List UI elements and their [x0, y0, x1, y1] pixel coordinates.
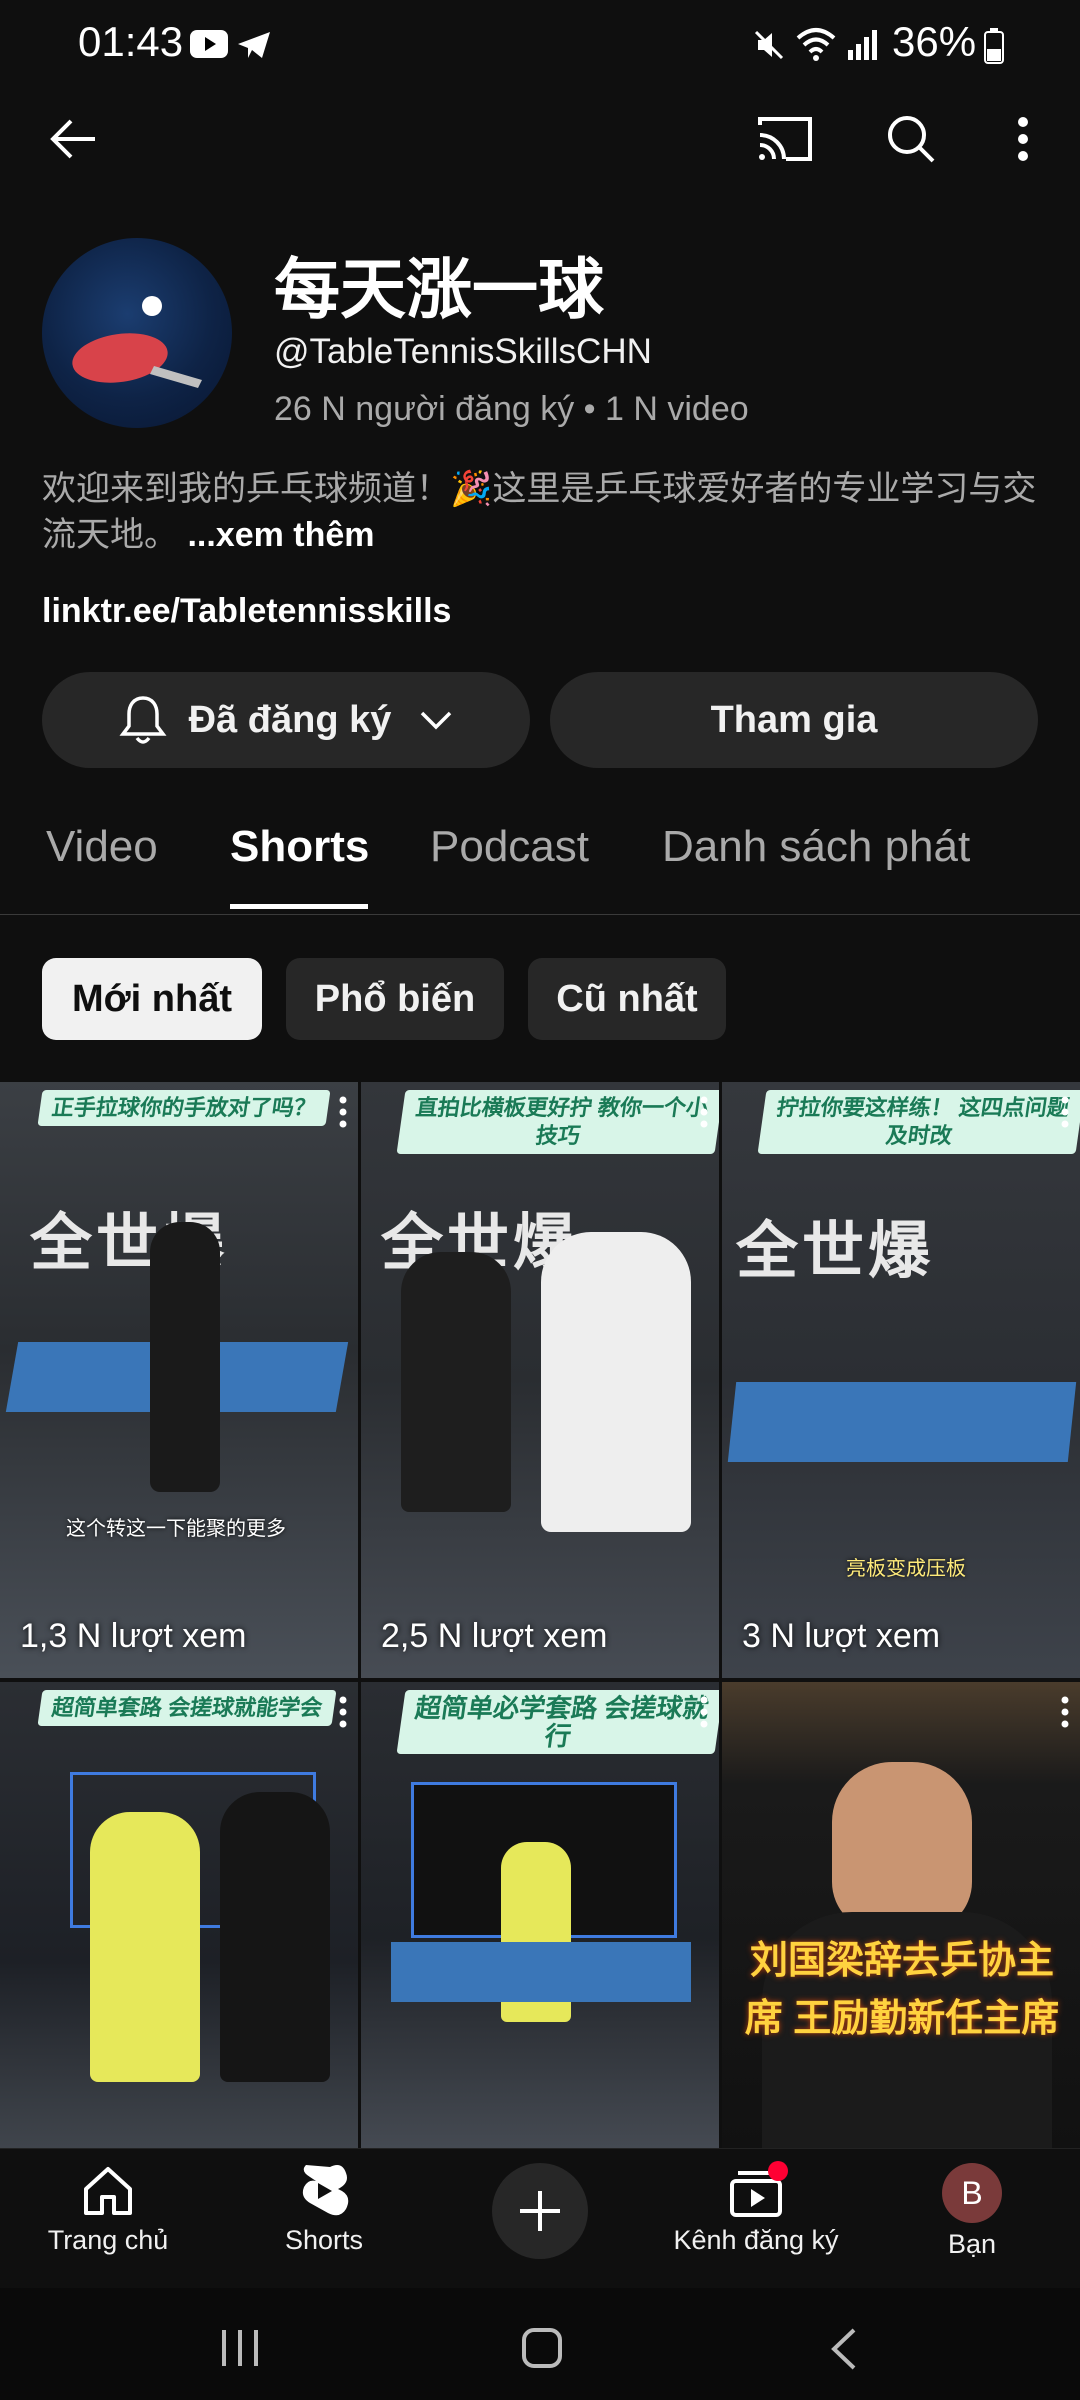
active-tab-indicator	[230, 904, 368, 909]
battery-icon	[984, 28, 1004, 64]
back-gesture-icon[interactable]	[828, 2326, 858, 2372]
tab-shorts[interactable]: Shorts	[230, 822, 369, 872]
short-thumbnail[interactable]: 正手拉球你的手放对了吗？ 全世爆 这个转这一下能聚的更多 1,3 N lượt …	[0, 1082, 358, 1678]
thumbnail-banner: 超简单套路 会搓球就能学会	[37, 1690, 337, 1726]
telegram-notification-icon	[238, 32, 270, 58]
status-time: 01:43	[78, 18, 184, 65]
home-circle-icon[interactable]	[520, 2326, 564, 2370]
nav-you-label: Bạn	[947, 2229, 997, 2259]
cast-icon	[758, 117, 812, 161]
channel-name: 每天涨一球	[274, 252, 604, 326]
thumbnail-banner: 直拍比横板更好拧 教你一个小技巧	[396, 1090, 719, 1154]
kebab-vertical-icon[interactable]	[1060, 1096, 1070, 1128]
show-more-link[interactable]: ...xem thêm	[187, 516, 374, 554]
view-count: 2,5 N lượt xem	[381, 1617, 608, 1655]
plus-icon	[520, 2191, 560, 2231]
kebab-vertical-icon[interactable]	[699, 1096, 709, 1128]
chip-oldest[interactable]: Cũ nhất	[528, 958, 726, 1040]
chip-newest[interactable]: Mới nhất	[42, 958, 262, 1040]
subscribed-button[interactable]: Đã đăng ký	[42, 672, 530, 768]
battery-percent: 36%	[892, 18, 977, 65]
nav-shorts[interactable]: Shorts	[216, 2163, 432, 2256]
home-icon	[84, 2167, 132, 2215]
thumbnail-logo-text: 全世爆	[736, 1217, 935, 1286]
ping-pong-table	[727, 1382, 1077, 1462]
search-icon	[888, 116, 935, 163]
thumbnail-banner: 正手拉球你的手放对了吗？	[37, 1090, 331, 1126]
join-label: Tham gia	[710, 698, 878, 741]
youtube-notification-icon	[190, 30, 228, 58]
kebab-vertical-icon[interactable]	[699, 1696, 709, 1728]
kebab-vertical-icon	[1018, 117, 1028, 161]
short-thumbnail[interactable]: 直拍比横板更好拧 教你一个小技巧 全世爆 2,5 N lượt xem	[361, 1082, 719, 1678]
create-button[interactable]	[492, 2163, 588, 2259]
search-button[interactable]	[866, 94, 956, 184]
nav-home[interactable]: Trang chủ	[0, 2163, 216, 2256]
signal-icon	[848, 30, 877, 60]
view-count: 3 N lượt xem	[742, 1617, 941, 1655]
tab-video[interactable]: Video	[46, 822, 158, 872]
chip-popular[interactable]: Phổ biến	[286, 958, 504, 1040]
view-count: 1,3 N lượt xem	[20, 1617, 247, 1655]
thumbnail-banner: 超简单必学套路 会搓球就行	[396, 1690, 719, 1754]
join-button[interactable]: Tham gia	[550, 672, 1038, 768]
thumbnail-caption: 这个转这一下能聚的更多	[66, 1518, 286, 1540]
player-figure	[541, 1232, 691, 1532]
avatar: B	[942, 2163, 1002, 2223]
recent-apps-icon[interactable]	[218, 2328, 262, 2368]
player-figure	[220, 1792, 330, 2082]
notification-dot	[768, 2161, 788, 2181]
person-face	[832, 1762, 972, 1932]
system-navigation-bar	[0, 2288, 1080, 2400]
channel-handle: @TableTennisSkillsCHN	[274, 332, 652, 371]
nav-shorts-label: Shorts	[284, 2225, 364, 2255]
player-figure	[150, 1222, 220, 1492]
channel-link[interactable]: linktr.ee/Tabletennisskills	[42, 592, 451, 631]
short-thumbnail[interactable]: 拧拉你要这样练！ 这四点问题及时改 全世爆 亮板变成压板 3 N lượt xe…	[722, 1082, 1080, 1678]
short-thumbnail[interactable]: 超简单必学套路 会搓球就行	[361, 1682, 719, 2148]
short-thumbnail[interactable]: 超简单套路 会搓球就能学会	[0, 1682, 358, 2148]
kebab-vertical-icon[interactable]	[1060, 1696, 1070, 1728]
nav-home-label: Trang chủ	[47, 2225, 169, 2255]
bell-icon	[119, 696, 167, 744]
thumbnail-caption: 亮板变成压板	[846, 1558, 966, 1580]
subscribed-label: Đã đăng ký	[188, 698, 392, 741]
short-thumbnail[interactable]: 刘国梁辞去乒协主席 王励勤新任主席	[722, 1682, 1080, 2148]
cast-button[interactable]	[740, 94, 830, 184]
kebab-vertical-icon[interactable]	[338, 1096, 348, 1128]
bottom-navigation: Trang chủ Shorts Kênh đăng ký B Bạn	[0, 2148, 1080, 2289]
shorts-icon	[302, 2165, 349, 2216]
player-figure	[90, 1812, 200, 2082]
arrow-left-icon	[50, 119, 95, 159]
tabs-divider	[0, 914, 1080, 915]
thumbnail-caption: 刘国梁辞去乒协主席 王励勤新任主席	[744, 1940, 1060, 2040]
nav-subscriptions[interactable]: Kênh đăng ký	[648, 2161, 864, 2256]
status-bar: 01:43 36%	[0, 0, 1080, 90]
wifi-icon	[796, 28, 836, 61]
paddle-logo	[72, 296, 202, 388]
player-figure	[401, 1252, 511, 1512]
ping-pong-table	[391, 1942, 691, 2002]
channel-avatar[interactable]	[42, 238, 232, 428]
thumbnail-banner: 拧拉你要这样练！ 这四点问题及时改	[757, 1090, 1080, 1154]
more-options-button[interactable]	[978, 94, 1068, 184]
mute-icon	[754, 30, 784, 60]
tab-podcast[interactable]: Podcast	[430, 822, 589, 872]
channel-stats: 26 N người đăng ký • 1 N video	[274, 390, 749, 428]
nav-subscriptions-label: Kênh đăng ký	[673, 2225, 839, 2255]
channel-description[interactable]: 欢迎来到我的乒乓球频道！🎉这里是乒乓球爱好者的专业学习与交流天地。 ...xem…	[42, 466, 1042, 558]
kebab-vertical-icon[interactable]	[338, 1696, 348, 1728]
nav-you[interactable]: B Bạn	[864, 2163, 1080, 2260]
tab-playlists[interactable]: Danh sách phát	[662, 822, 970, 872]
chevron-down-icon	[421, 711, 452, 730]
back-button[interactable]	[28, 94, 118, 184]
nav-create[interactable]	[432, 2163, 648, 2259]
